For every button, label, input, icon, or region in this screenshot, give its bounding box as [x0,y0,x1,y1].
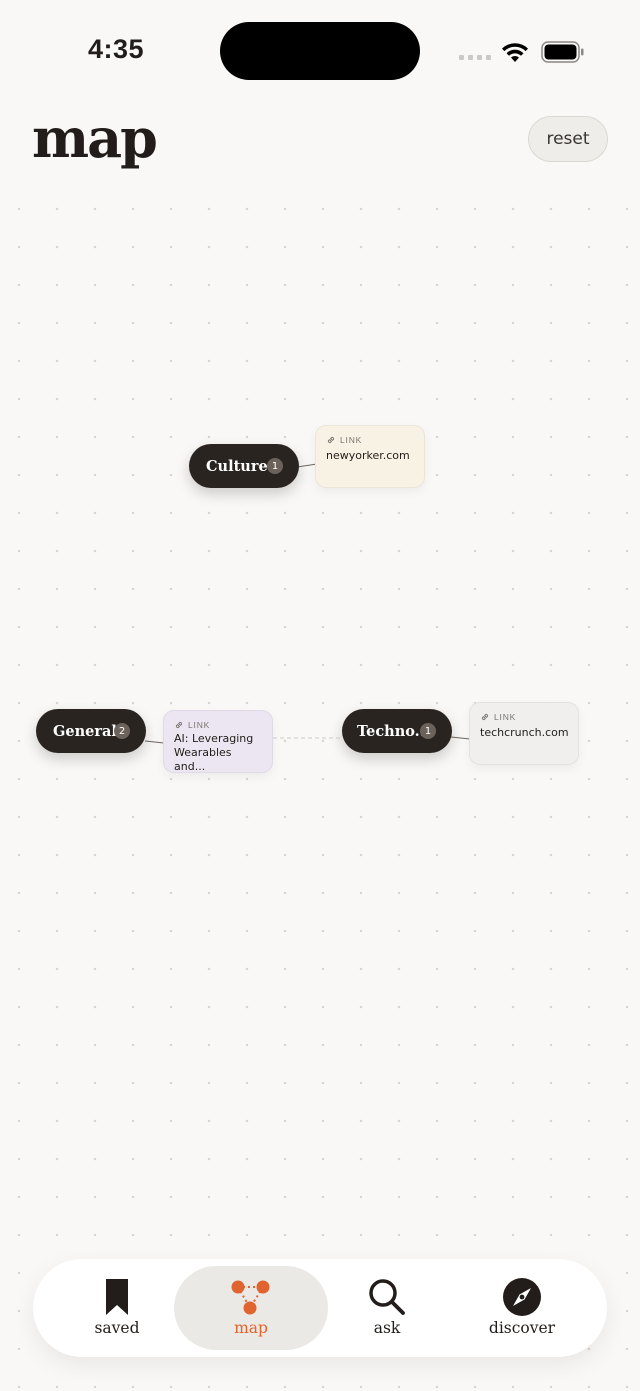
reset-button[interactable]: reset [528,116,608,162]
card-kind-text: LINK [340,435,363,445]
tab-label: ask [373,1319,401,1337]
cellular-signal-icon [459,55,491,60]
card-type-label: LINK [174,720,262,730]
tab-discover[interactable]: discover [445,1266,599,1350]
link-icon [175,721,183,729]
page-title: map [32,106,158,170]
compass-icon [503,1278,541,1316]
status-time: 4:35 [88,34,145,64]
tab-label: saved [94,1319,140,1337]
card-title: AI: Leveraging Wearables and... [174,732,254,773]
link-card-newyorker[interactable]: LINK newyorker.com [315,425,425,488]
card-title: newyorker.com [326,449,410,462]
link-icon [481,713,489,721]
tab-bar: saved map ask discover [33,1259,607,1357]
tab-map[interactable]: map [174,1266,328,1350]
bookmark-icon [106,1279,128,1315]
graph-nodes-icon [231,1280,270,1315]
dynamic-island [220,22,420,80]
search-icon [369,1279,405,1315]
card-kind-text: LINK [494,712,517,722]
tab-label: map [234,1319,268,1337]
card-title: techcrunch.com [480,726,569,739]
link-icon [327,436,335,444]
topic-node-technology[interactable]: Techno... 1 [342,709,452,753]
wifi-icon [502,43,528,62]
battery-icon [541,41,584,63]
card-kind-text: LINK [188,720,211,730]
topic-label: General [53,722,117,740]
card-type-label: LINK [480,712,568,722]
link-card-ai-wearables[interactable]: LINK AI: Leveraging Wearables and... [163,710,273,773]
tab-ask[interactable]: ask [310,1266,464,1350]
topic-count-badge: 1 [267,458,283,474]
topic-node-culture[interactable]: Culture 1 [189,444,299,488]
tab-saved[interactable]: saved [40,1266,194,1350]
dot-grid-background [0,190,640,1390]
topic-count-badge: 1 [420,723,436,739]
topic-label: Techno... [357,722,430,740]
topic-count-badge: 2 [114,723,130,739]
link-card-techcrunch[interactable]: LINK techcrunch.com [469,702,579,765]
tab-label: discover [488,1319,556,1337]
topic-label: Culture [206,457,268,475]
card-type-label: LINK [326,435,414,445]
topic-node-general[interactable]: General 2 [36,709,146,753]
